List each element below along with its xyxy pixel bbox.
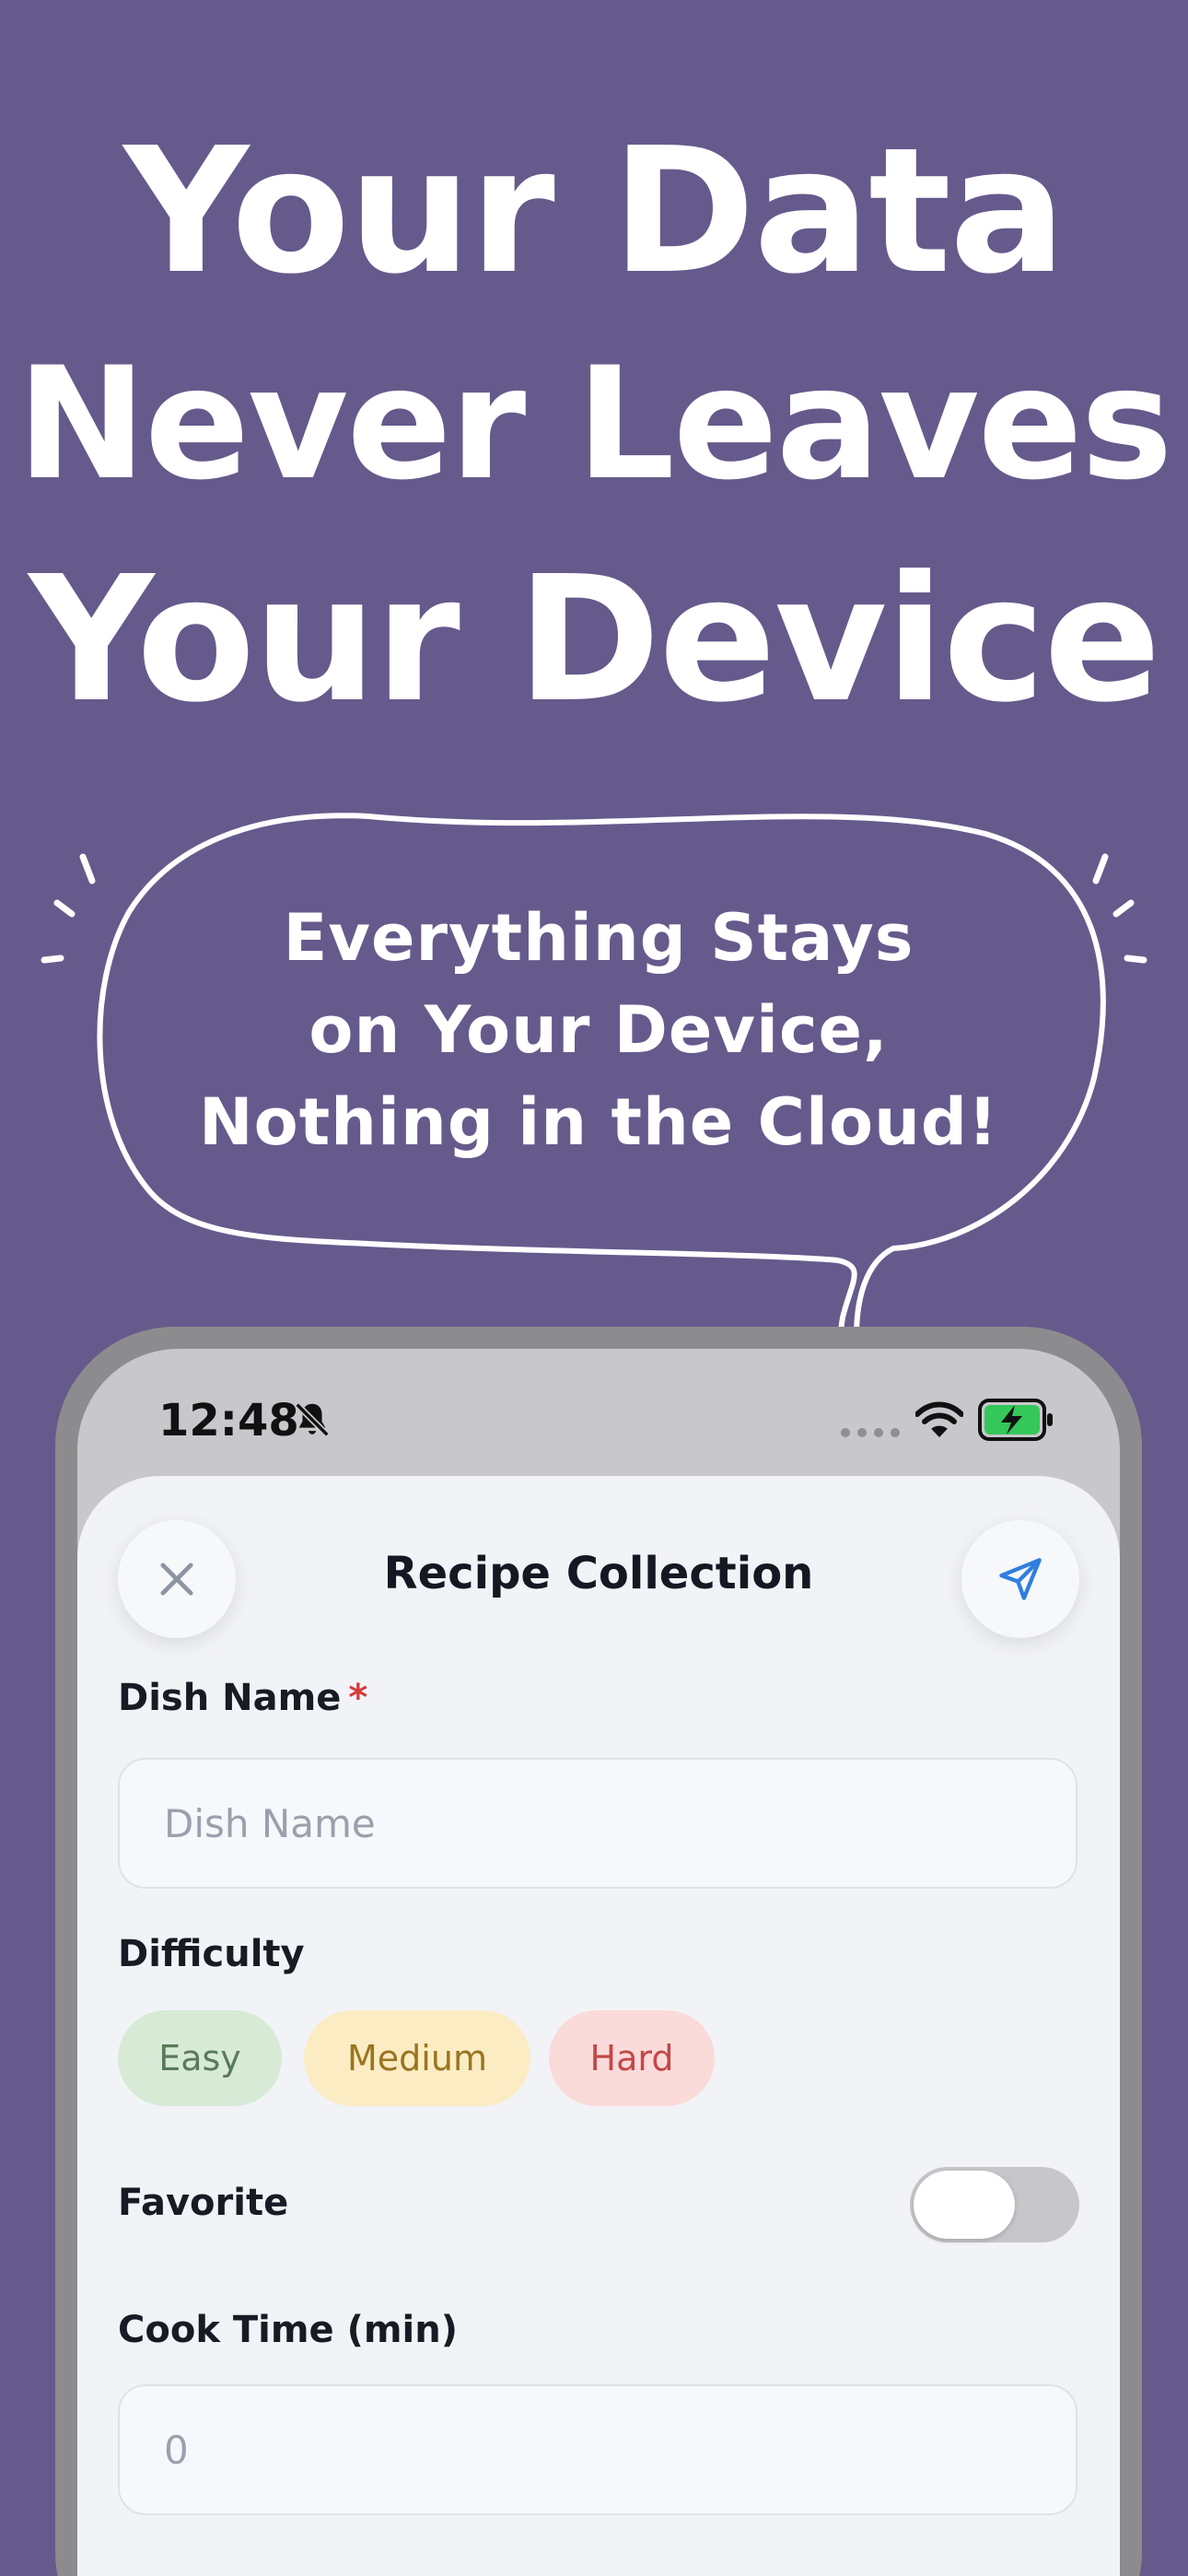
status-time: 12:48: [158, 1395, 299, 1446]
bubble-line-1: Everything Stays: [283, 900, 914, 976]
headline-line-2: Never Leaves: [17, 334, 1172, 514]
headline-line-1: Your Data: [123, 111, 1066, 312]
form-sheet: Recipe Collection Dish Name* Difficulty …: [77, 1476, 1120, 2576]
headline: Your Data Never Leaves Your Device: [0, 111, 1188, 746]
dish-name-input[interactable]: [118, 1758, 1077, 1889]
favorite-toggle-knob: [914, 2171, 1015, 2239]
battery-charging-icon: [978, 1399, 1053, 1441]
dish-name-label: Dish Name *: [118, 1677, 367, 1719]
sparkle-right-icon: [1092, 853, 1147, 964]
required-marker: *: [348, 1677, 368, 1719]
favorite-label: Favorite: [118, 2182, 289, 2224]
cook-time-input[interactable]: [118, 2384, 1077, 2515]
bubble-text: Everything Stays on Your Device, Nothing…: [147, 892, 1050, 1168]
sparkle-left-icon: [41, 853, 96, 964]
phone-screen: 12:48 Recipe Collection Dish Name * Dish…: [77, 1349, 1120, 2576]
headline-line-3: Your Device: [29, 539, 1161, 741]
bubble-line-2: on Your Device,: [309, 992, 889, 1068]
favorite-toggle[interactable]: [910, 2167, 1079, 2242]
send-icon: [999, 1558, 1042, 1600]
difficulty-label: Difficulty: [118, 1933, 305, 1975]
send-button[interactable]: [961, 1520, 1079, 1638]
bubble-line-3: Nothing in the Cloud!: [199, 1084, 998, 1160]
status-bar: 12:48: [77, 1349, 1120, 1478]
bell-muted-icon: [295, 1402, 330, 1437]
difficulty-option-hard-label: Hard: [589, 2038, 674, 2078]
difficulty-option-easy[interactable]: Easy: [118, 2010, 282, 2106]
difficulty-option-medium[interactable]: Medium: [304, 2010, 530, 2106]
cellular-signal-icon: [841, 1428, 900, 1437]
difficulty-option-medium-label: Medium: [347, 2038, 487, 2078]
difficulty-option-easy-label: Easy: [158, 2038, 241, 2078]
cook-time-label: Cook Time (min): [118, 2309, 459, 2351]
dish-name-label-text: Dish Name: [118, 1677, 342, 1719]
difficulty-option-hard[interactable]: Hard: [549, 2010, 715, 2106]
promo-page: Your Data Never Leaves Your Device Every…: [0, 0, 1188, 2576]
wifi-icon: [915, 1401, 963, 1437]
